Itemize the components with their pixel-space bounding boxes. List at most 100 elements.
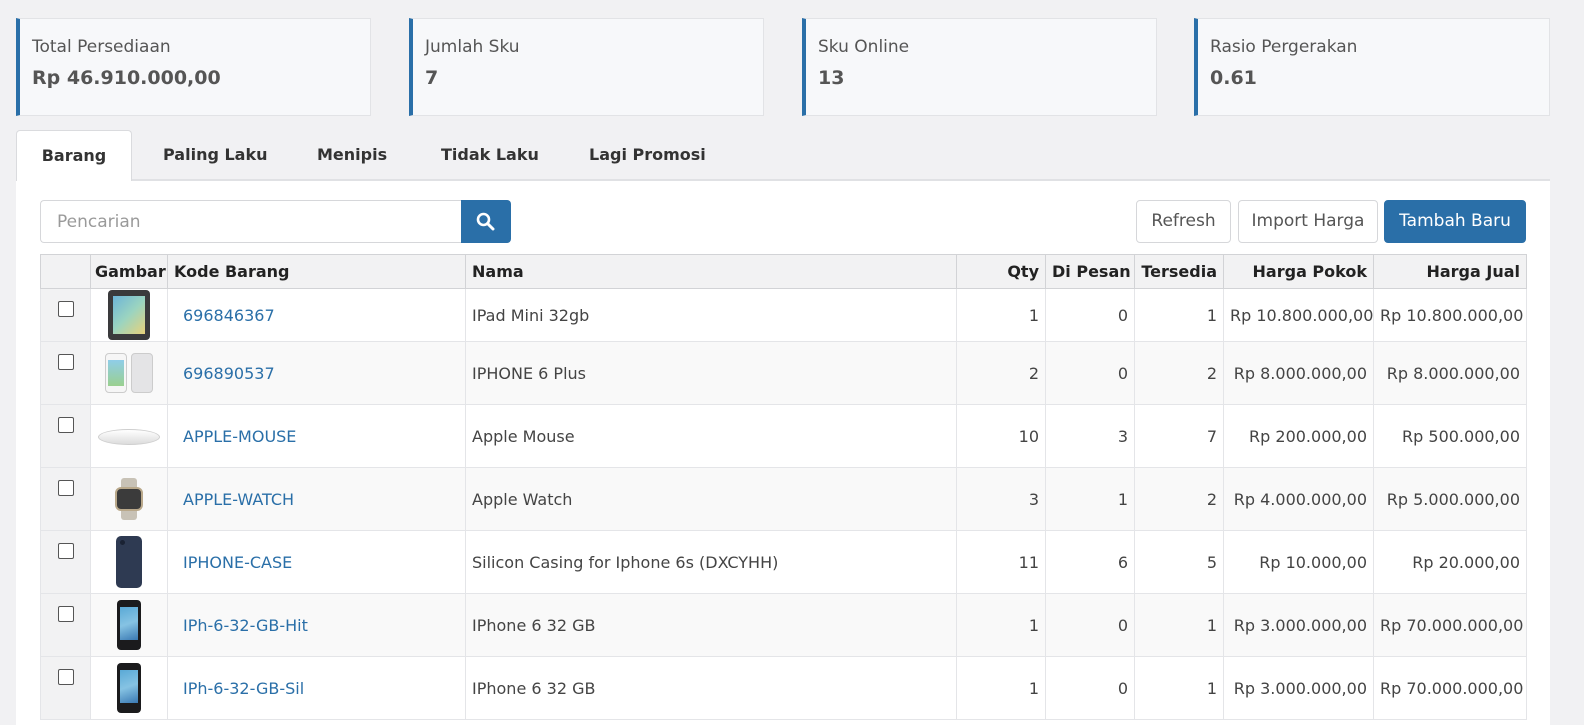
product-image-cell xyxy=(90,530,168,594)
tab-paling-laku[interactable]: Paling Laku xyxy=(132,130,299,181)
nama-cell: IPHONE 6 Plus xyxy=(465,341,957,405)
kode-cell: IPh-6-32-GB-Hit xyxy=(167,593,466,657)
product-code-link[interactable]: IPh-6-32-GB-Sil xyxy=(183,679,304,698)
row-checkbox[interactable] xyxy=(57,543,74,559)
nama-cell: IPad Mini 32gb xyxy=(465,288,957,342)
row-select-cell xyxy=(40,467,91,531)
stat-card-jumlah-sku: Jumlah Sku 7 xyxy=(409,18,764,116)
row-select-cell xyxy=(40,530,91,594)
harga-jual-cell: Rp 20.000,00 xyxy=(1373,530,1527,594)
row-checkbox[interactable] xyxy=(57,354,74,370)
harga-pokok-cell: Rp 8.000.000,00 xyxy=(1223,341,1374,405)
product-code-link[interactable]: 696890537 xyxy=(183,364,275,383)
column-header-harga-jual[interactable]: Harga Jual xyxy=(1373,254,1527,289)
product-image-cell xyxy=(90,656,168,720)
qty-cell: 11 xyxy=(956,530,1046,594)
qty-cell: 1 xyxy=(956,656,1046,720)
stat-label: Total Persediaan xyxy=(32,37,171,57)
row-checkbox[interactable] xyxy=(57,606,74,622)
nama-cell: Silicon Casing for Iphone 6s (DXCYHH) xyxy=(465,530,957,594)
tab-lagi-promosi[interactable]: Lagi Promosi xyxy=(558,130,737,181)
dipesan-cell: 0 xyxy=(1045,656,1135,720)
tersedia-cell: 1 xyxy=(1134,593,1224,657)
harga-pokok-cell: Rp 200.000,00 xyxy=(1223,404,1374,468)
column-header-qty[interactable]: Qty xyxy=(956,254,1046,289)
row-checkbox[interactable] xyxy=(57,669,74,685)
product-image-cell xyxy=(90,341,168,405)
tambah-baru-button[interactable]: Tambah Baru xyxy=(1384,200,1526,243)
import-harga-button[interactable]: Import Harga xyxy=(1238,200,1378,243)
product-image-cell xyxy=(90,288,168,342)
row-select-cell xyxy=(40,656,91,720)
kode-cell: APPLE-MOUSE xyxy=(167,404,466,468)
column-header-nama[interactable]: Nama xyxy=(465,254,957,289)
dipesan-cell: 0 xyxy=(1045,288,1135,342)
product-code-link[interactable]: IPHONE-CASE xyxy=(183,553,292,572)
product-code-link[interactable]: APPLE-MOUSE xyxy=(183,427,296,446)
qty-cell: 10 xyxy=(956,404,1046,468)
tab-barang[interactable]: Barang xyxy=(16,130,132,182)
stat-label: Rasio Pergerakan xyxy=(1210,37,1358,57)
tersedia-cell: 1 xyxy=(1134,288,1224,342)
apple-watch-image xyxy=(112,478,146,520)
harga-jual-cell: Rp 10.800.000,00 xyxy=(1373,288,1527,342)
harga-jual-cell: Rp 5.000.000,00 xyxy=(1373,467,1527,531)
tersedia-cell: 1 xyxy=(1134,656,1224,720)
product-code-link[interactable]: 696846367 xyxy=(183,306,275,325)
row-checkbox[interactable] xyxy=(57,301,74,317)
search-button[interactable] xyxy=(461,200,511,243)
column-header-kode-barang[interactable]: Kode Barang xyxy=(167,254,466,289)
ipad-image xyxy=(108,290,150,340)
qty-cell: 1 xyxy=(956,288,1046,342)
dipesan-cell: 0 xyxy=(1045,593,1135,657)
nama-cell: IPhone 6 32 GB xyxy=(465,656,957,720)
qty-cell: 3 xyxy=(956,467,1046,531)
column-header-gambar[interactable]: Gambar xyxy=(90,254,168,289)
iphone-image xyxy=(117,663,141,713)
select-column-header xyxy=(40,254,91,289)
kode-cell: 696890537 xyxy=(167,341,466,405)
stat-card-rasio-pergerakan: Rasio Pergerakan 0.61 xyxy=(1194,18,1550,116)
tersedia-cell: 2 xyxy=(1134,467,1224,531)
iphone-case-image xyxy=(116,536,142,588)
kode-cell: IPHONE-CASE xyxy=(167,530,466,594)
table-row: IPHONE-CASE Silicon Casing for Iphone 6s… xyxy=(40,530,1527,594)
iphone-image xyxy=(117,600,141,650)
harga-jual-cell: Rp 500.000,00 xyxy=(1373,404,1527,468)
stat-value: Rp 46.910.000,00 xyxy=(32,67,221,89)
dipesan-cell: 1 xyxy=(1045,467,1135,531)
column-header-tersedia[interactable]: Tersedia xyxy=(1134,254,1224,289)
row-checkbox[interactable] xyxy=(57,417,74,433)
stat-card-total-persediaan: Total Persediaan Rp 46.910.000,00 xyxy=(16,18,371,116)
tersedia-cell: 7 xyxy=(1134,404,1224,468)
column-header-di-pesan[interactable]: Di Pesan xyxy=(1045,254,1135,289)
harga-jual-cell: Rp 70.000.000,00 xyxy=(1373,656,1527,720)
product-code-link[interactable]: IPh-6-32-GB-Hit xyxy=(183,616,308,635)
kode-cell: IPh-6-32-GB-Sil xyxy=(167,656,466,720)
table-row: IPh-6-32-GB-Hit IPhone 6 32 GB 1 0 1 Rp … xyxy=(40,593,1527,657)
iphone-6-plus-image xyxy=(103,351,155,395)
column-header-harga-pokok[interactable]: Harga Pokok xyxy=(1223,254,1374,289)
kode-cell: APPLE-WATCH xyxy=(167,467,466,531)
refresh-button[interactable]: Refresh xyxy=(1136,200,1231,243)
product-code-link[interactable]: APPLE-WATCH xyxy=(183,490,294,509)
harga-pokok-cell: Rp 3.000.000,00 xyxy=(1223,593,1374,657)
row-select-cell xyxy=(40,593,91,657)
nama-cell: Apple Mouse xyxy=(465,404,957,468)
tab-menipis[interactable]: Menipis xyxy=(286,130,418,181)
stat-value: 0.61 xyxy=(1210,67,1257,89)
stat-card-sku-online: Sku Online 13 xyxy=(802,18,1157,116)
qty-cell: 2 xyxy=(956,341,1046,405)
stats-row: Total Persediaan Rp 46.910.000,00 Jumlah… xyxy=(16,18,1566,116)
table-row: 696890537 IPHONE 6 Plus 2 0 2 Rp 8.000.0… xyxy=(40,341,1527,405)
harga-jual-cell: Rp 70.000.000,00 xyxy=(1373,593,1527,657)
tab-tidak-laku[interactable]: Tidak Laku xyxy=(410,130,570,181)
nama-cell: IPhone 6 32 GB xyxy=(465,593,957,657)
harga-pokok-cell: Rp 4.000.000,00 xyxy=(1223,467,1374,531)
table-row: APPLE-MOUSE Apple Mouse 10 3 7 Rp 200.00… xyxy=(40,404,1527,468)
apple-mouse-image xyxy=(98,429,160,445)
search-input[interactable] xyxy=(40,200,462,243)
kode-cell: 696846367 xyxy=(167,288,466,342)
stat-value: 7 xyxy=(425,67,439,89)
row-checkbox[interactable] xyxy=(57,480,74,496)
